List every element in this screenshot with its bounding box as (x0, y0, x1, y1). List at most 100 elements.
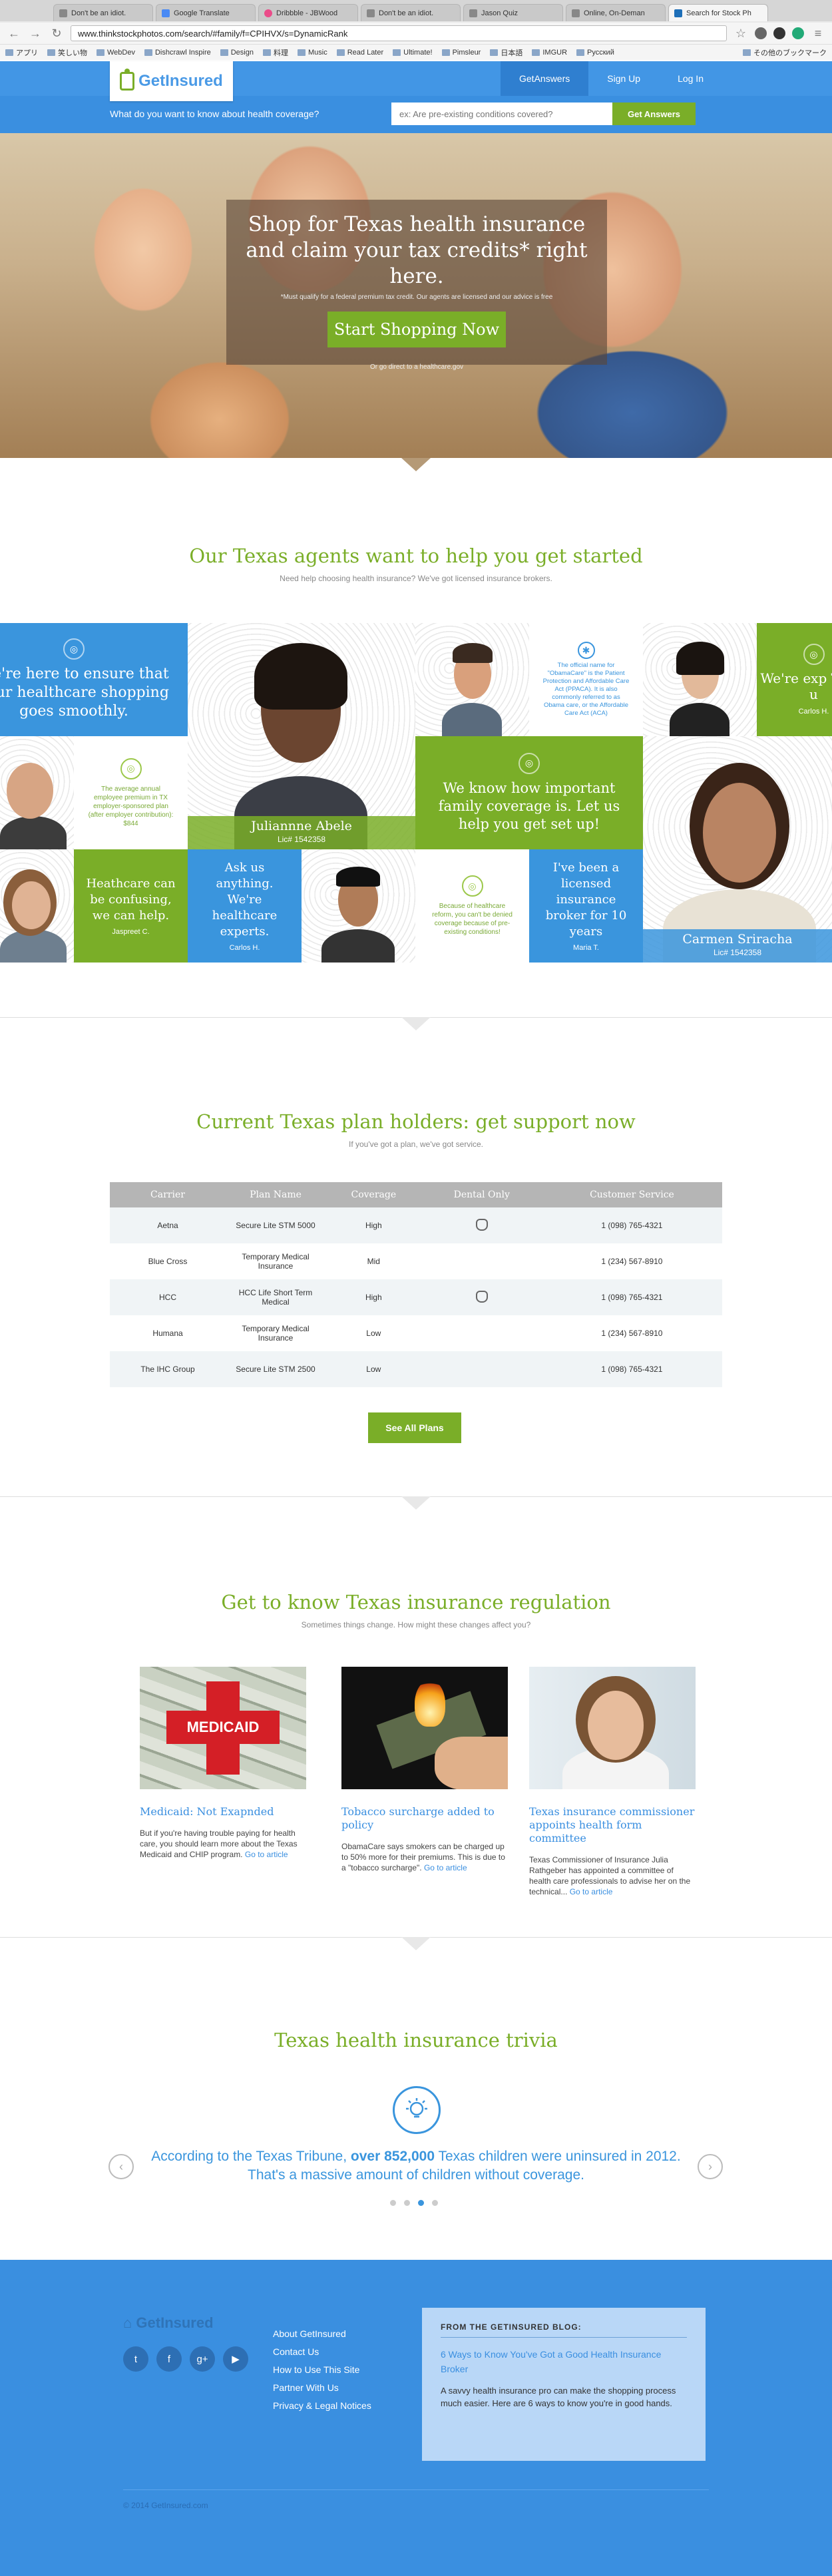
plan-cell: Secure Lite STM 2500 (226, 1351, 325, 1387)
commissioner-image (529, 1667, 696, 1789)
extension-icon[interactable] (755, 27, 767, 39)
grid-icon (5, 49, 13, 56)
article-card[interactable]: Tobacco surcharge added to policy ObamaC… (341, 1667, 508, 1873)
badge-icon: ◎ (803, 644, 825, 665)
get-answers-button[interactable]: Get Answers (612, 103, 696, 125)
site-logo[interactable]: GetInsured (110, 61, 233, 101)
bookmark-item[interactable]: WebDev (97, 49, 135, 57)
browser-tab[interactable]: Google Translate (156, 4, 256, 21)
bookmark-item[interactable]: アプリ (5, 47, 38, 58)
medicaid-label: MEDICAID (166, 1711, 280, 1744)
agent-photo[interactable] (643, 623, 757, 736)
agents-title: Our Texas agents want to help you get st… (189, 544, 643, 567)
browser-tab[interactable]: Dribbble - JBWood (258, 4, 358, 21)
browser-tab[interactable]: Jason Quiz (463, 4, 563, 21)
folder-icon (576, 49, 585, 56)
star-icon[interactable]: ☆ (733, 27, 748, 41)
question-input[interactable] (391, 103, 612, 125)
hero-title: Shop for Texas health insurance and clai… (246, 212, 588, 288)
other-bookmarks[interactable]: その他のブックマーク (743, 47, 827, 58)
browser-tab[interactable]: Don't be an idiot. (53, 4, 153, 21)
tab-favicon-icon (264, 9, 272, 17)
browser-tab-active[interactable]: Search for Stock Ph (668, 4, 768, 21)
footer-link-privacy[interactable]: Privacy & Legal Notices (273, 2397, 371, 2415)
nav-log-in[interactable]: Log In (659, 61, 722, 96)
footer-link-partner[interactable]: Partner With Us (273, 2379, 371, 2397)
section-pointer (401, 1496, 431, 1510)
bookmark-item[interactable]: Pimsleur (441, 49, 481, 57)
healthcare-gov-link[interactable]: Or go direct to a healthcare.gov (226, 363, 607, 371)
tile-obamacare: ✱ The official name for "ObamaCare" is t… (529, 623, 643, 736)
article-body: ObamaCare says smokers can be charged up… (341, 1841, 508, 1873)
article-card[interactable]: Texas insurance commissioner appoints he… (529, 1667, 696, 1897)
twitter-icon[interactable]: t (123, 2346, 148, 2372)
reload-icon[interactable]: ↻ (49, 27, 64, 41)
go-to-article-link[interactable]: Go to article (570, 1887, 613, 1896)
folder-icon (743, 49, 751, 56)
url-bar[interactable]: www.thinkstockphotos.com/search/#family/… (71, 25, 727, 41)
agent-mosaic: ◎ We're here to ensure that your healthc… (0, 623, 832, 963)
article-title[interactable]: Tobacco surcharge added to policy (341, 1805, 508, 1832)
carousel-dot[interactable] (404, 2200, 410, 2206)
section-pointer (401, 1017, 431, 1030)
bookmark-item[interactable]: Русский (576, 49, 614, 57)
table-row: Humana Temporary Medical Insurance Low 1… (110, 1315, 722, 1351)
bookmark-item[interactable]: Read Later (336, 49, 383, 57)
phone-link[interactable]: 1 (098) 765-4321 (541, 1207, 722, 1243)
agent-photo[interactable] (0, 849, 74, 963)
bookmark-item[interactable]: Dishcrawl Inspire (144, 49, 211, 57)
facebook-icon[interactable]: f (156, 2346, 182, 2372)
trivia-highlight: over 852,000 (350, 2149, 435, 2164)
next-arrow-button[interactable]: › (698, 2154, 723, 2179)
previous-arrow-button[interactable]: ‹ (108, 2154, 134, 2179)
agent-photo[interactable] (415, 623, 529, 736)
agent-photo[interactable] (0, 736, 74, 849)
footer-link-how-to[interactable]: How to Use This Site (273, 2361, 371, 2379)
go-to-article-link[interactable]: Go to article (424, 1863, 467, 1872)
carousel-dot[interactable] (390, 2200, 396, 2206)
nav-sign-up[interactable]: Sign Up (588, 61, 659, 96)
article-title[interactable]: Texas insurance commissioner appoints he… (529, 1805, 696, 1845)
tab-title: Search for Stock Ph (686, 9, 751, 17)
phone-link[interactable]: 1 (098) 765-4321 (541, 1351, 722, 1387)
forward-arrow-icon[interactable]: → (28, 27, 43, 41)
bookmark-item[interactable]: 料理 (262, 47, 288, 58)
bookmark-item[interactable]: Music (297, 49, 327, 57)
agent-julianne-photo[interactable]: Juliannne Abele Lic# 1542358 (188, 623, 415, 849)
bookmark-item[interactable]: Design (220, 49, 254, 57)
see-all-plans-button[interactable]: See All Plans (368, 1412, 461, 1443)
footer-link-about[interactable]: About GetInsured (273, 2325, 371, 2343)
google-plus-icon[interactable]: g+ (190, 2346, 215, 2372)
footer-logo[interactable]: ⌂ GetInsured (123, 2314, 214, 2332)
nav-getanswers[interactable]: GetAnswers (501, 61, 589, 96)
extension-icon[interactable] (792, 27, 804, 39)
carrier-cell: Humana (152, 1329, 183, 1338)
folder-icon (144, 49, 152, 56)
bookmark-item[interactable]: 笑しい物 (47, 47, 87, 58)
flame (415, 1680, 445, 1727)
logo-text: GetInsured (136, 2314, 214, 2331)
agent-carmen-photo[interactable]: Carmen Sriracha Lic# 1542358 (643, 736, 832, 963)
bookmark-item[interactable]: IMGUR (532, 49, 567, 57)
tab-favicon-icon (469, 9, 477, 17)
phone-link[interactable]: 1 (234) 567-8910 (542, 1315, 722, 1351)
article-title[interactable]: Medicaid: Not Exapnded (140, 1805, 306, 1819)
phone-link[interactable]: 1 (234) 567-8910 (542, 1243, 722, 1279)
back-arrow-icon[interactable]: ← (7, 27, 21, 41)
menu-icon[interactable]: ≡ (811, 27, 825, 41)
browser-tab[interactable]: Don't be an idiot. (361, 4, 461, 21)
carousel-dot[interactable] (418, 2200, 424, 2206)
start-shopping-button[interactable]: Start Shopping Now (327, 312, 506, 347)
extension-icon[interactable] (773, 27, 785, 39)
youtube-icon[interactable]: ▶ (223, 2346, 248, 2372)
agent-photo[interactable] (302, 849, 415, 963)
browser-tab[interactable]: Online, On-Deman (566, 4, 666, 21)
bookmark-item[interactable]: Ultimate! (393, 49, 433, 57)
carousel-dot[interactable] (432, 2200, 438, 2206)
footer-link-contact[interactable]: Contact Us (273, 2343, 371, 2361)
go-to-article-link[interactable]: Go to article (245, 1850, 288, 1859)
blog-link[interactable]: 6 Ways to Know You've Got a Good Health … (441, 2347, 687, 2376)
bookmark-item[interactable]: 日本語 (490, 47, 522, 58)
article-card[interactable]: MEDICAID Medicaid: Not Exapnded But if y… (140, 1667, 306, 1860)
phone-link[interactable]: 1 (098) 765-4321 (541, 1279, 722, 1315)
